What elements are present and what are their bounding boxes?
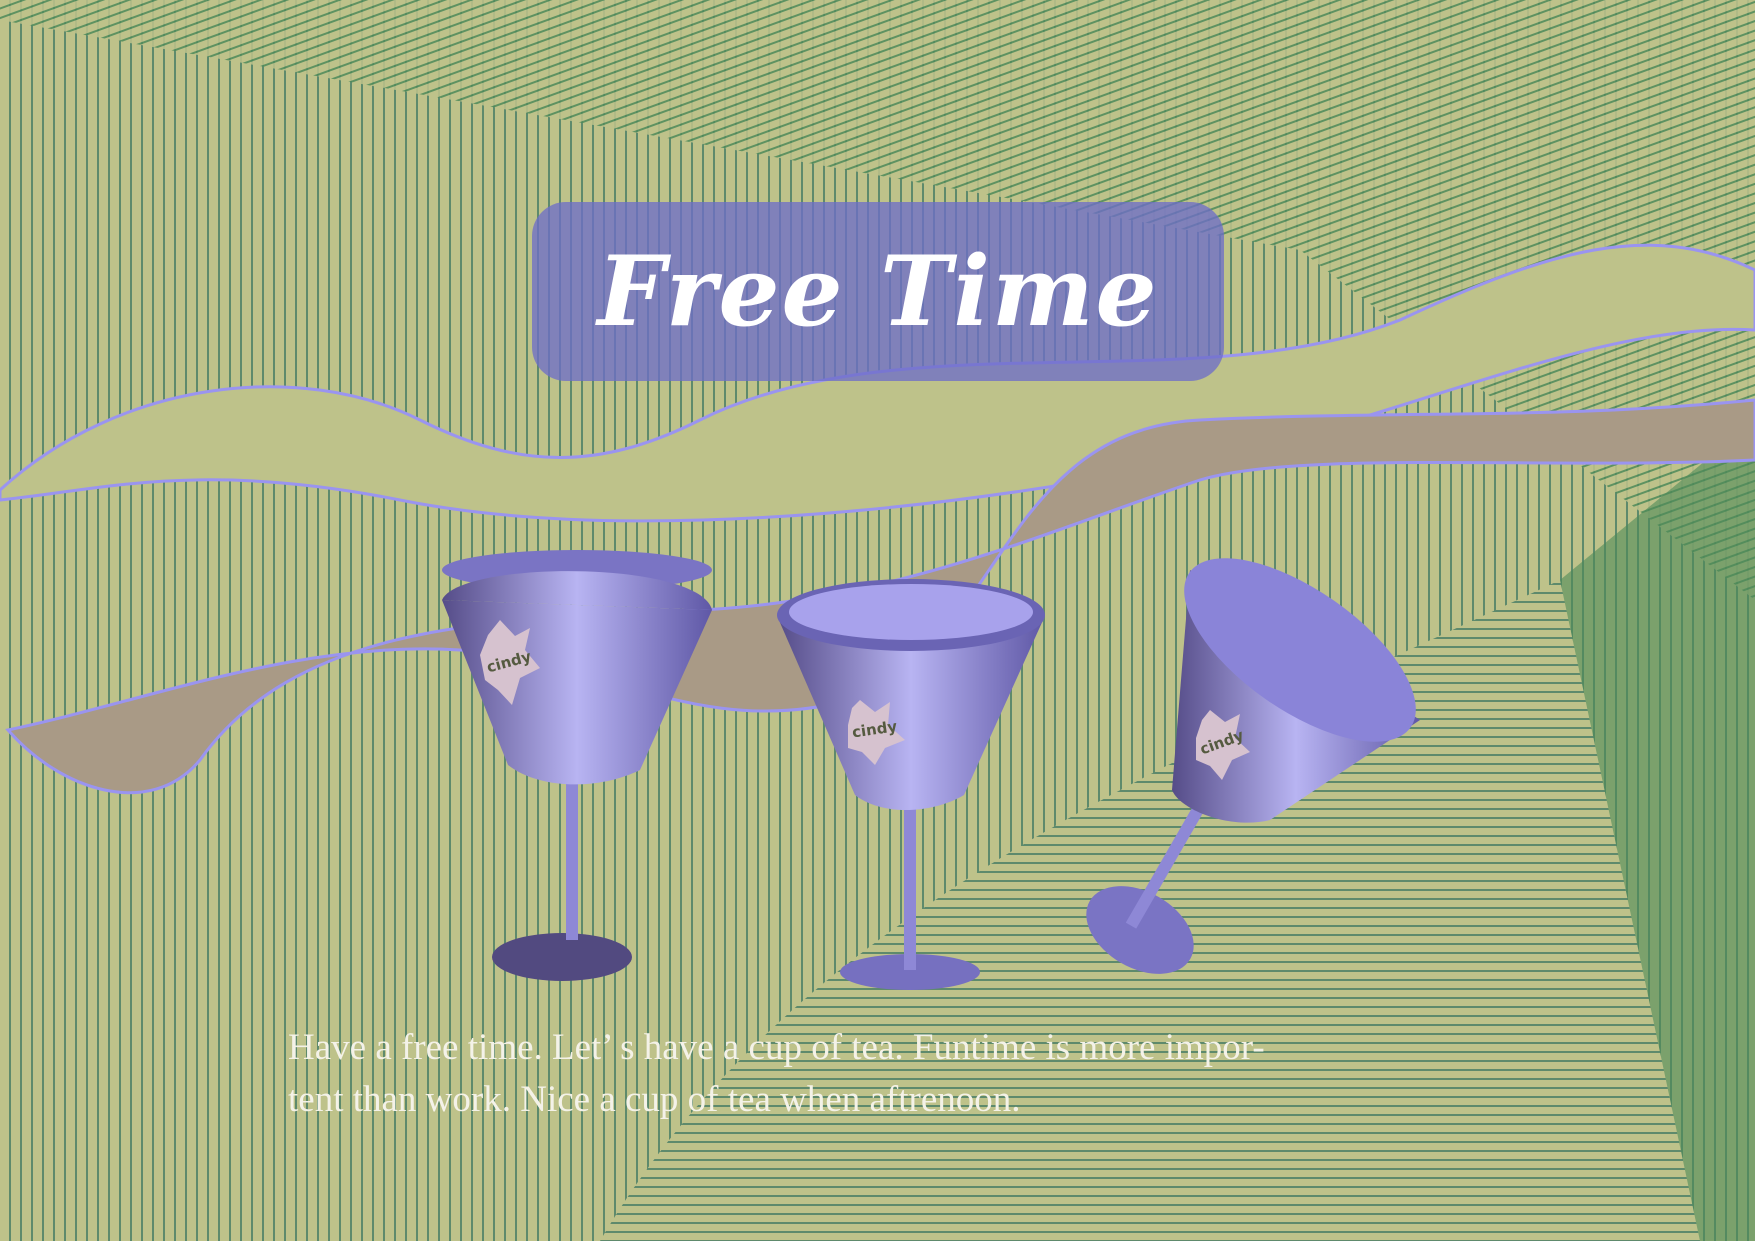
cup-right: cindy	[1086, 558, 1420, 974]
caption-text: Have a free time. Let’ s have a cup of t…	[288, 1022, 1588, 1126]
cup-middle: cindy	[777, 579, 1045, 990]
cup-left: cindy	[442, 550, 712, 981]
caption-line-1: Have a free time. Let’ s have a cup of t…	[288, 1027, 1265, 1068]
caption-line-2: tent than work. Nice a cup of tea when a…	[288, 1079, 1021, 1120]
